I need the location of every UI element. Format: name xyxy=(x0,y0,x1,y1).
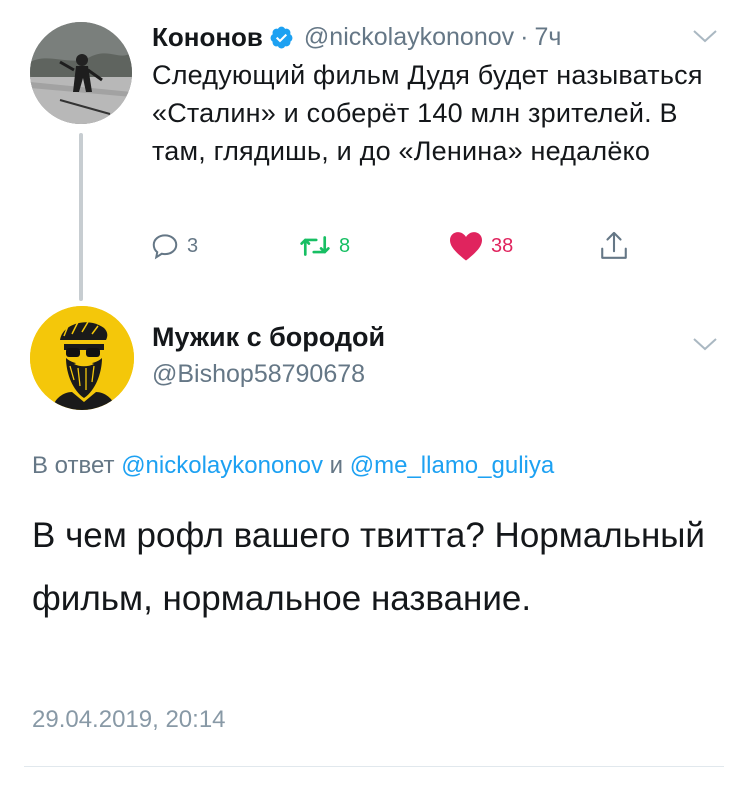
share-icon xyxy=(601,231,627,259)
divider xyxy=(24,766,724,767)
like-button[interactable]: 38 xyxy=(448,226,513,266)
header-separator: · xyxy=(520,22,529,51)
share-button[interactable] xyxy=(598,226,630,266)
avatar-photo-icon xyxy=(30,22,132,124)
chevron-down-icon[interactable] xyxy=(692,28,718,44)
heart-icon xyxy=(450,232,482,261)
reply-author-name[interactable]: Мужик с бородой xyxy=(152,322,385,353)
reply-handle[interactable]: @Bishop58790678 xyxy=(152,360,365,389)
reply-button[interactable]: 3 xyxy=(150,226,198,266)
reply-count: 3 xyxy=(187,234,199,257)
parent-author-name[interactable]: Кононов xyxy=(152,22,263,53)
reply-mention-link[interactable]: @nickolaykononov xyxy=(121,452,323,479)
parent-tweet-header: Кононов @nickolaykononov · 7ч xyxy=(152,20,561,54)
retweet-button[interactable]: 8 xyxy=(298,226,350,266)
retweet-count: 8 xyxy=(339,234,351,257)
bearded-man-icon xyxy=(30,306,134,410)
parent-tweet-text: Следующий фильм Дудя будет называться «С… xyxy=(152,60,703,166)
verified-badge-icon xyxy=(270,26,293,48)
parent-time[interactable]: 7ч xyxy=(534,23,561,52)
like-count: 38 xyxy=(491,234,514,257)
reply-timestamp[interactable]: 29.04.2019, 20:14 xyxy=(32,706,226,734)
reply-context: В ответ @nickolaykononov и @me_llamo_gul… xyxy=(32,452,554,480)
retweet-icon xyxy=(300,236,330,256)
parent-handle[interactable]: @nickolaykononov xyxy=(304,23,514,52)
avatar-kononov[interactable] xyxy=(30,22,132,124)
chevron-down-icon[interactable] xyxy=(692,336,718,352)
reply-mention-link[interactable]: @me_llamo_guliya xyxy=(350,452,554,479)
reply-conjunction: и xyxy=(329,452,344,479)
reply-icon xyxy=(152,234,178,260)
reply-tweet-text: В чем рофл вашего твитта? Нормальный фил… xyxy=(32,516,705,618)
thread-connector-line xyxy=(79,133,83,301)
reply-prefix: В ответ xyxy=(32,452,115,479)
avatar-bishop[interactable] xyxy=(30,306,134,410)
